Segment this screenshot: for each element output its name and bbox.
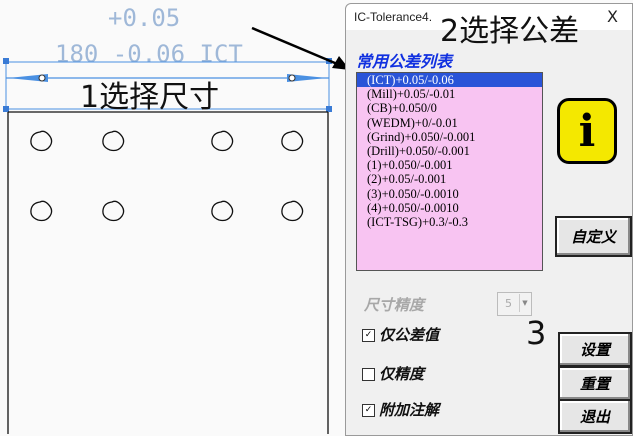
list-item[interactable]: (ICT-TSG)+0.3/-0.3 [357, 215, 542, 229]
checkbox-add-annotation-label: 附加注解 [379, 401, 440, 419]
grip-handle [3, 106, 9, 112]
tolerance-dialog: IC-Tolerance4. X 常用公差列表 (ICT)+0.05/-0.06… [345, 3, 633, 436]
annotation-select-dimension: 1选择尺寸 [80, 80, 220, 115]
grip-handle [326, 106, 332, 112]
list-item[interactable]: (2)+0.05/-0.001 [357, 172, 542, 186]
annotation-step-3: 3 [526, 314, 547, 352]
precision-label: 尺寸精度 [364, 296, 425, 314]
chevron-down-icon[interactable]: ▼ [519, 294, 530, 312]
dialog-title: IC-Tolerance4. [354, 10, 433, 24]
checkbox-tolerance-only-label: 仅公差值 [379, 326, 440, 344]
checkbox-add-annotation[interactable]: ✓ [362, 404, 375, 417]
set-button[interactable]: 设置 [558, 332, 632, 367]
checkbox-precision-only[interactable] [362, 368, 375, 381]
grip-handle [288, 74, 296, 82]
list-item[interactable]: (Grind)+0.050/-0.001 [357, 130, 542, 144]
list-item[interactable]: (3)+0.050/-0.0010 [357, 187, 542, 201]
drawing-geometry [3, 58, 332, 434]
grip-handle [38, 74, 46, 82]
exit-button[interactable]: 退出 [558, 399, 632, 434]
info-icon: i [557, 98, 617, 164]
close-button[interactable]: X [607, 7, 618, 26]
precision-select[interactable]: 5 ▼ [497, 292, 532, 316]
annotation-select-tolerance: 2选择公差 [440, 14, 580, 49]
common-tolerance-list-title: 常用公差列表 [356, 52, 453, 71]
list-item[interactable]: (1)+0.050/-0.001 [357, 158, 542, 172]
reset-button[interactable]: 重置 [558, 366, 632, 401]
list-item[interactable]: (ICT)+0.05/-0.06 [357, 73, 542, 88]
custom-button[interactable]: 自定义 [555, 216, 632, 257]
precision-value: 5 [505, 297, 512, 310]
grip-handle [3, 58, 9, 64]
holes [30, 130, 304, 222]
list-item[interactable]: (Mill)+0.05/-0.01 [357, 87, 542, 101]
cad-canvas[interactable]: +0.05 180 -0.06 ICT 1选择尺寸 [0, 0, 345, 434]
tolerance-listbox[interactable]: (ICT)+0.05/-0.06 (Mill)+0.05/-0.01 (CB)+… [356, 72, 543, 271]
list-item[interactable]: (WEDM)+0/-0.01 [357, 116, 542, 130]
checkbox-precision-only-label: 仅精度 [379, 365, 425, 383]
list-item[interactable]: (4)+0.050/-0.0010 [357, 201, 542, 215]
info-icon-letter: i [578, 105, 596, 157]
grip-handle [326, 58, 332, 64]
list-item[interactable]: (CB)+0.050/0 [357, 101, 542, 115]
list-item[interactable]: (Drill)+0.050/-0.001 [357, 144, 542, 158]
checkbox-tolerance-only[interactable]: ✓ [362, 329, 375, 342]
